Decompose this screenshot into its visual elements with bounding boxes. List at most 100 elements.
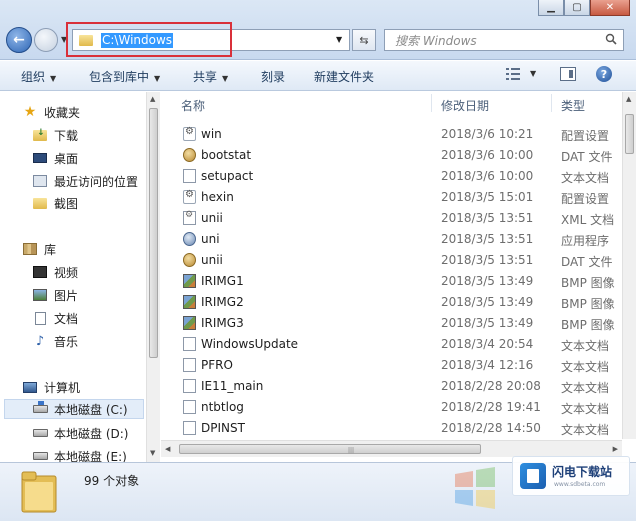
refresh-button[interactable]: ⇆: [352, 29, 376, 51]
nav-videos[interactable]: 视频: [32, 262, 78, 282]
search-input[interactable]: 搜索 Windows: [384, 29, 624, 51]
chevron-down-icon: ▼: [50, 74, 57, 83]
arrow-left-icon: ←: [13, 32, 25, 48]
file-type: 文本文档: [561, 423, 610, 437]
nav-scroll-thumb[interactable]: [149, 108, 158, 358]
text-file-icon: [183, 400, 196, 414]
view-options-icon[interactable]: [506, 68, 520, 80]
back-button[interactable]: ←: [6, 27, 32, 53]
file-row[interactable]: IRIMG2 2018/3/5 13:49 BMP 图像: [161, 291, 623, 312]
nav-music[interactable]: ♪ 音乐: [32, 331, 78, 351]
file-modified-date: 2018/3/5 13:51: [441, 211, 534, 225]
computer-icon: [23, 381, 37, 393]
drive-icon: [32, 452, 48, 460]
scroll-up-icon[interactable]: ▲: [626, 95, 631, 103]
file-name: IRIMG1: [201, 274, 244, 288]
preview-pane-icon[interactable]: [560, 67, 576, 81]
file-type: BMP 图像: [561, 297, 615, 311]
file-row[interactable]: WindowsUpdate 2018/3/4 20:54 文本文档: [161, 333, 623, 354]
file-list: 名称 修改日期 类型 win2018/3/6 10:21配置设置bootstat…: [161, 92, 636, 462]
nav-desktop[interactable]: 桌面: [32, 148, 78, 168]
bitmap-image-icon: [183, 316, 196, 330]
minimize-button[interactable]: ▁: [538, 0, 564, 16]
column-header-type[interactable]: 类型: [561, 97, 585, 114]
view-dropdown-chevron-icon[interactable]: ▼: [530, 69, 536, 78]
nav-favorites[interactable]: ★ 收藏夹: [22, 102, 80, 122]
file-row[interactable]: PFRO 2018/3/4 12:16 文本文档: [161, 354, 623, 375]
folder-icon: [33, 197, 47, 209]
file-row[interactable]: IRIMG1 2018/3/5 13:49 BMP 图像: [161, 270, 623, 291]
maximize-button[interactable]: ▢: [564, 0, 590, 16]
file-row[interactable]: setupact 2018/3/6 10:00 文本文档: [161, 165, 623, 186]
nav-pane-scrollbar[interactable]: ▲ ▼: [146, 92, 160, 462]
text-file-icon: [183, 169, 196, 183]
file-modified-date: 2018/3/5 13:49: [441, 274, 534, 288]
forward-button[interactable]: [34, 28, 58, 52]
nav-drive-c[interactable]: 本地磁盘 (C:): [4, 399, 144, 419]
nav-libraries[interactable]: 库: [22, 239, 56, 259]
file-name: unii: [201, 253, 223, 267]
close-button[interactable]: ✕: [590, 0, 630, 16]
system-drive-icon: [32, 405, 48, 413]
column-header-name[interactable]: 名称: [181, 97, 205, 114]
bitmap-image-icon: [183, 295, 196, 309]
file-type: 文本文档: [561, 171, 610, 185]
text-file-icon: [183, 337, 196, 351]
nav-pictures[interactable]: 图片: [32, 285, 78, 305]
file-modified-date: 2018/2/28 19:41: [441, 400, 541, 414]
file-name: PFRO: [201, 358, 233, 372]
nav-computer[interactable]: 计算机: [22, 377, 80, 397]
watermark-title: 闪电下载站: [552, 465, 613, 479]
watermark-subtitle: www.sdbeta.com: [554, 481, 606, 488]
new-folder-button[interactable]: 新建文件夹: [314, 68, 374, 85]
file-name: IE11_main: [201, 379, 264, 393]
file-list-vertical-scrollbar[interactable]: ▲: [622, 92, 636, 439]
help-icon[interactable]: ?: [596, 66, 612, 82]
burn-button[interactable]: 刻录: [261, 68, 285, 85]
nav-drive-d[interactable]: 本地磁盘 (D:): [32, 423, 128, 443]
downloads-folder-icon: [33, 128, 47, 141]
nav-recent-places[interactable]: 最近访问的位置: [32, 171, 138, 191]
scroll-right-icon[interactable]: ▶: [613, 445, 618, 453]
chevron-down-icon: ▼: [222, 74, 229, 83]
file-type: BMP 图像: [561, 318, 615, 332]
bitmap-image-icon: [183, 274, 196, 288]
nav-screenshots[interactable]: 截图: [32, 193, 78, 213]
file-list-horizontal-scrollbar[interactable]: ◀ ||| ▶: [161, 440, 622, 457]
star-icon: ★: [23, 104, 37, 120]
file-row[interactable]: uni 2018/3/5 13:51 应用程序: [161, 228, 623, 249]
file-row[interactable]: bootstat 2018/3/6 10:00 DAT 文件: [161, 144, 623, 165]
file-row[interactable]: IE11_main 2018/2/28 20:08 文本文档: [161, 375, 623, 396]
nav-drive-e[interactable]: 本地磁盘 (E:): [32, 446, 127, 462]
scroll-left-icon[interactable]: ◀: [165, 445, 170, 453]
nav-downloads[interactable]: 下载: [32, 125, 78, 145]
file-name: IRIMG3: [201, 316, 244, 330]
config-file-icon: [183, 189, 196, 204]
navigation-pane: ★收藏夹 下载 桌面 最近访问的位置 截图 库 视频 图片 文档 ♪音乐 计算机…: [0, 92, 160, 462]
file-row[interactable]: unii 2018/3/5 13:51 DAT 文件: [161, 249, 623, 270]
organize-button[interactable]: 组织 ▼: [21, 68, 56, 85]
file-type: DAT 文件: [561, 255, 613, 269]
nav-documents[interactable]: 文档: [32, 308, 78, 328]
file-row[interactable]: win 2018/3/6 10:21 配置设置: [161, 123, 623, 144]
file-name: bootstat: [201, 148, 252, 162]
scroll-down-icon[interactable]: ▼: [150, 449, 155, 457]
file-type: 应用程序: [561, 234, 610, 248]
file-modified-date: 2018/3/5 13:49: [441, 295, 534, 309]
file-list-scroll-thumb[interactable]: [625, 114, 634, 154]
column-header-date[interactable]: 修改日期: [441, 97, 489, 114]
address-dropdown-chevron-icon[interactable]: ▼: [336, 35, 342, 44]
file-row[interactable]: IRIMG3 2018/3/5 13:49 BMP 图像: [161, 312, 623, 333]
xml-file-icon: [183, 210, 196, 225]
file-type: 文本文档: [561, 360, 610, 374]
file-row[interactable]: unii 2018/3/5 13:51 XML 文档: [161, 207, 623, 228]
file-row[interactable]: ntbtlog 2018/2/28 19:41 文本文档: [161, 396, 623, 417]
search-icon[interactable]: [605, 33, 617, 45]
include-in-library-button[interactable]: 包含到库中 ▼: [89, 68, 160, 85]
file-row[interactable]: hexin 2018/3/5 15:01 配置设置: [161, 186, 623, 207]
scroll-up-icon[interactable]: ▲: [150, 95, 155, 103]
file-row[interactable]: DPINST 2018/2/28 14:50 文本文档: [161, 417, 623, 438]
file-modified-date: 2018/3/6 10:21: [441, 127, 534, 141]
horizontal-scroll-thumb[interactable]: |||: [179, 444, 481, 454]
share-button[interactable]: 共享 ▼: [193, 68, 228, 85]
